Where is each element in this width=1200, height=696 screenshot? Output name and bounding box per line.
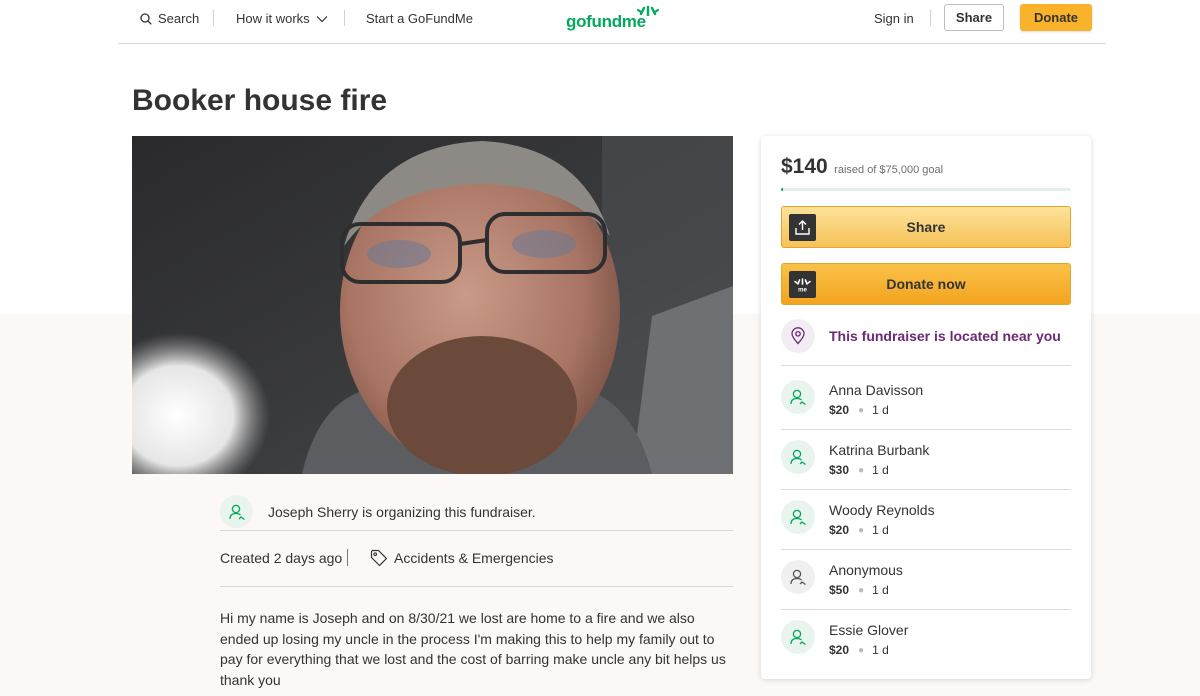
search-label: Search (158, 11, 200, 26)
donor-amount: $50 (829, 583, 850, 597)
divider (220, 586, 733, 587)
donation-card: $140 raised of $75,000 goal Share me Don… (761, 136, 1091, 679)
separator-dot: ● (858, 584, 865, 596)
category-link[interactable]: Accidents & Emergencies (370, 549, 554, 567)
divider (220, 530, 733, 531)
start-gofundme-label: Start a GoFundMe (366, 11, 473, 26)
sign-in-label: Sign in (874, 11, 914, 26)
donate-now-label: Donate now (886, 276, 966, 292)
meta-divider (347, 549, 348, 566)
user-icon (790, 449, 806, 466)
gofundme-logo-icon: me (789, 271, 816, 298)
donor-name: Woody Reynolds (829, 502, 935, 518)
donor-amount: $30 (829, 463, 850, 477)
logo-text: gofundme (566, 12, 646, 31)
nav-divider (213, 10, 214, 26)
progress-fill (781, 188, 784, 191)
site-header: Search How it works Start a GoFundMe gof… (118, 0, 1106, 44)
raised-amount: $140 (781, 155, 828, 178)
location-pin-icon (781, 319, 815, 353)
user-icon (790, 569, 806, 586)
donor-name: Anna Davisson (829, 382, 924, 398)
nav-divider (930, 10, 931, 26)
logo-sprout-icon (637, 5, 659, 16)
start-gofundme-link[interactable]: Start a GoFundMe (366, 11, 473, 26)
donor-name: Anonymous (829, 562, 903, 578)
header-share-button[interactable]: Share (944, 4, 1004, 31)
campaign-photo-illustration (132, 136, 733, 474)
donor-avatar (781, 620, 815, 654)
donor-meta: $20 ● 1 d (829, 403, 889, 417)
sign-in-link[interactable]: Sign in (874, 11, 914, 26)
donor-meta: $20 ● 1 d (829, 643, 889, 657)
story-text: Hi my name is Joseph and on 8/30/21 we l… (220, 610, 726, 688)
donor-time: 1 d (872, 463, 889, 477)
donor-amount: $20 (829, 403, 850, 417)
user-icon (228, 504, 245, 520)
user-icon (790, 629, 806, 646)
progress-bar (781, 188, 1071, 191)
chevron-down-icon (316, 15, 328, 22)
separator-dot: ● (858, 464, 865, 476)
share-label: Share (906, 219, 946, 235)
search-icon (140, 12, 152, 25)
donor-amount: $20 (829, 643, 850, 657)
organizer-avatar (220, 495, 253, 528)
separator-dot: ● (858, 404, 865, 416)
separator-dot: ● (858, 644, 865, 656)
donor-time: 1 d (872, 403, 889, 417)
category-label: Accidents & Emergencies (394, 550, 554, 566)
donor-meta: $50 ● 1 d (829, 583, 889, 597)
donor-time: 1 d (872, 643, 889, 657)
how-it-works-menu[interactable]: How it works (236, 11, 328, 26)
donate-now-button[interactable]: me Donate now (781, 263, 1071, 305)
svg-text:me: me (798, 288, 807, 294)
user-icon (790, 509, 806, 526)
separator-dot: ● (858, 524, 865, 536)
how-it-works-label: How it works (236, 11, 310, 26)
header-donate-button[interactable]: Donate (1020, 4, 1092, 31)
share-button[interactable]: Share (781, 206, 1071, 248)
raised-summary: $140 raised of $75,000 goal (781, 155, 943, 179)
donor-meta: $20 ● 1 d (829, 523, 889, 537)
organizer-text: Joseph Sherry is organizing this fundrai… (268, 504, 536, 520)
tag-icon (370, 549, 388, 567)
donor-name: Katrina Burbank (829, 442, 930, 458)
donor-avatar (781, 440, 815, 474)
donor-row: Katrina Burbank $30 ● 1 d (781, 426, 1071, 486)
donor-amount: $20 (829, 523, 850, 537)
location-text: This fundraiser is located near you (829, 328, 1061, 344)
campaign-title: Booker house fire (132, 84, 388, 117)
search-link[interactable]: Search (140, 11, 199, 26)
donor-avatar (781, 560, 815, 594)
gofundme-logo[interactable]: gofundme (566, 4, 660, 34)
donor-time: 1 d (872, 523, 889, 537)
donor-time: 1 d (872, 583, 889, 597)
donor-avatar (781, 500, 815, 534)
campaign-photo (132, 136, 733, 474)
donor-row: Anna Davisson $20 ● 1 d (781, 366, 1071, 426)
donor-meta: $30 ● 1 d (829, 463, 889, 477)
donor-row: Anonymous $50 ● 1 d (781, 546, 1071, 606)
nav-divider (344, 10, 345, 26)
created-date: Created 2 days ago (220, 550, 343, 566)
goal-text: raised of $75,000 goal (834, 164, 944, 176)
donor-avatar (781, 380, 815, 414)
donor-row: Woody Reynolds $20 ● 1 d (781, 486, 1071, 546)
donor-name: Essie Glover (829, 622, 909, 638)
user-icon (790, 389, 806, 406)
donor-row: Essie Glover $20 ● 1 d (781, 606, 1071, 666)
share-icon (789, 214, 816, 241)
